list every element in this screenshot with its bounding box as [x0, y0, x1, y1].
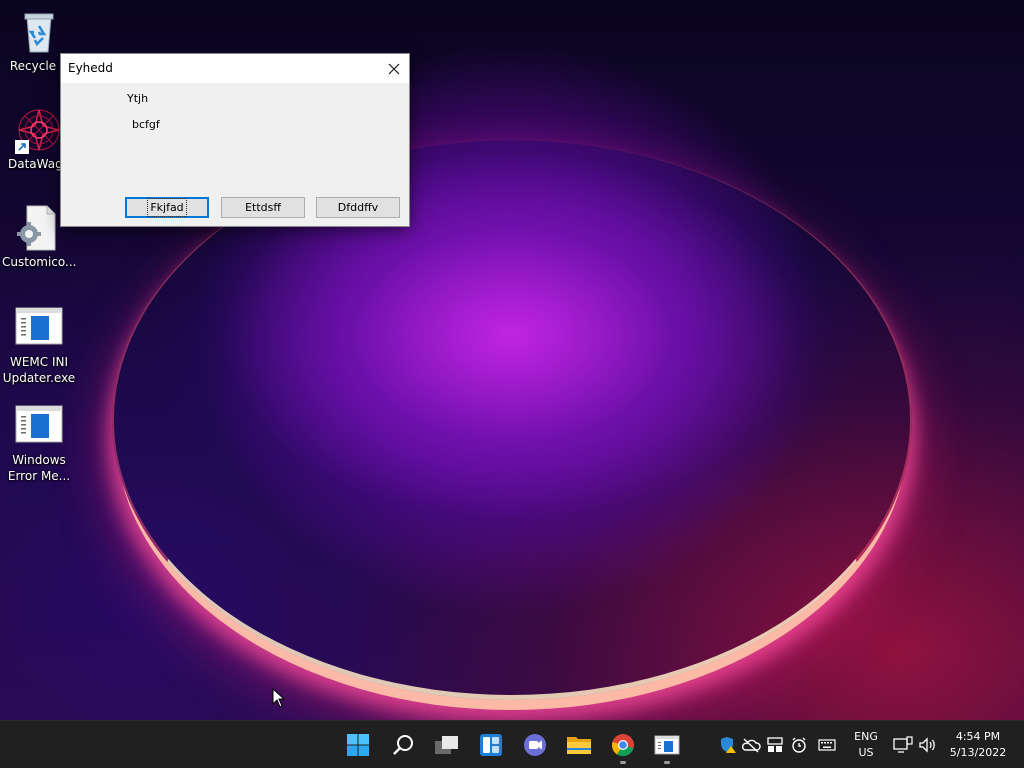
chat-button[interactable] — [515, 725, 555, 765]
app-window-icon — [654, 735, 680, 755]
exe-window-icon — [15, 304, 63, 352]
dialog-title: Eyhedd — [68, 61, 113, 75]
language-code: ENG — [854, 730, 878, 743]
exe-window-icon — [15, 402, 63, 450]
dialog-message-line-1: Ytjh — [127, 92, 149, 105]
chrome-button[interactable] — [603, 725, 643, 765]
close-button[interactable] — [379, 54, 409, 83]
tray-defender[interactable] — [718, 735, 738, 755]
task-view-icon — [435, 736, 458, 754]
settings-file-icon — [15, 204, 63, 252]
running-indicator — [620, 761, 626, 764]
start-button[interactable] — [338, 725, 378, 765]
taskbar: ENG US 4:54 PM 5/13/2022 — [0, 720, 1024, 768]
tray-network-drive[interactable] — [765, 735, 785, 755]
language-region: US — [858, 746, 874, 759]
button-label: Dfddffv — [337, 201, 379, 214]
message-dialog: Eyhedd Ytjh bcfgf Fkjfad Ettdsff Dfddffv — [60, 53, 410, 227]
running-indicator — [664, 761, 670, 764]
cloud-offline-icon — [741, 738, 761, 753]
shortcut-arrow-icon — [15, 140, 29, 154]
button-label: Ettdsff — [245, 201, 281, 214]
dialog-titlebar[interactable]: Eyhedd — [61, 54, 409, 83]
clock-time: 4:54 PM — [955, 730, 1001, 743]
file-explorer-button[interactable] — [559, 725, 599, 765]
network-icon — [893, 736, 913, 753]
desktop-icon-windows-error-me[interactable]: Windows Error Me... — [2, 402, 76, 484]
clock[interactable]: 4:54 PM 5/13/2022 — [946, 729, 1010, 761]
chat-icon — [524, 734, 546, 756]
dialog-button-fkjfad[interactable]: Fkjfad — [125, 197, 209, 218]
chrome-icon — [611, 734, 634, 757]
app-window-button[interactable] — [647, 725, 687, 765]
dialog-button-ettdsff[interactable]: Ettdsff — [221, 197, 305, 218]
start-icon — [347, 734, 369, 756]
speaker-icon — [919, 737, 935, 753]
keyboard-icon — [818, 739, 836, 751]
language-indicator[interactable]: ENG US — [848, 729, 884, 761]
tray-touch-keyboard[interactable] — [817, 735, 837, 755]
search-icon — [393, 735, 413, 755]
button-label: Fkjfad — [147, 198, 187, 217]
shield-warning-icon — [721, 737, 736, 753]
desktop-icon-label: WEMC INI Updater.exe — [2, 355, 76, 385]
mouse-cursor-icon — [272, 688, 286, 708]
tray-network[interactable] — [893, 735, 913, 755]
close-icon — [388, 63, 400, 74]
tray-clock-app[interactable] — [789, 735, 809, 755]
datawago-icon — [15, 106, 63, 154]
task-view-button[interactable] — [427, 725, 467, 765]
recycle-bin-icon — [15, 8, 63, 56]
tray-volume[interactable] — [918, 735, 938, 755]
network-grid-icon — [767, 737, 783, 752]
desktop-icon-wemc-ini-updater[interactable]: WEMC INI Updater.exe — [2, 304, 76, 386]
dialog-button-dfddffv[interactable]: Dfddffv — [316, 197, 400, 218]
clock-date: 5/13/2022 — [949, 746, 1007, 759]
widgets-icon — [480, 734, 502, 756]
dialog-message-line-2: bcfgf — [132, 118, 160, 131]
tray-onedrive[interactable] — [741, 735, 761, 755]
desktop-icon-label: Customico... — [2, 255, 77, 269]
file-explorer-icon — [567, 737, 591, 754]
widgets-button[interactable] — [471, 725, 511, 765]
desktop-icon-label: Windows Error Me... — [7, 453, 71, 483]
search-button[interactable] — [383, 725, 423, 765]
alarm-clock-icon — [792, 737, 806, 753]
